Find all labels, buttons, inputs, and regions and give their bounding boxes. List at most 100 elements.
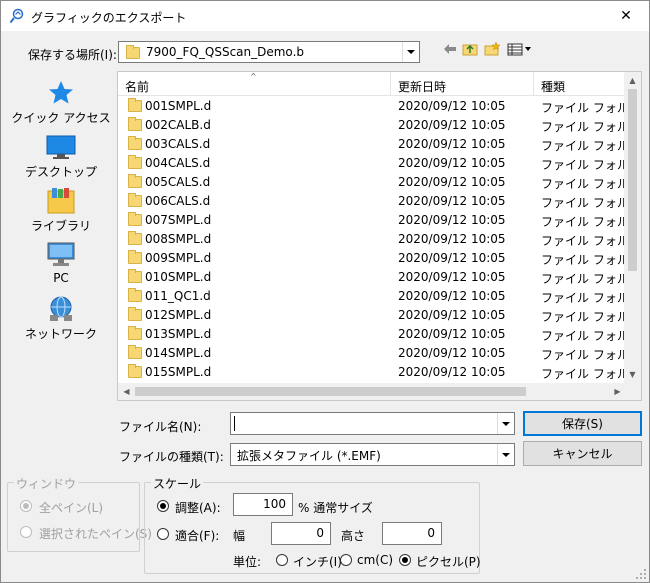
- column-separator[interactable]: [533, 72, 534, 96]
- width-input[interactable]: 0: [271, 522, 331, 545]
- scroll-left-icon[interactable]: ◀: [118, 383, 135, 400]
- file-row[interactable]: 005CALS.d 2020/09/12 10:05 ファイル フォルダー: [118, 172, 641, 191]
- file-modified: 2020/09/12 10:05: [398, 327, 506, 341]
- location-value: 7900_FQ_QSScan_Demo.b: [146, 45, 304, 59]
- file-name: 011_QC1.d: [145, 289, 211, 303]
- adjust-percent-input[interactable]: 100: [233, 493, 293, 516]
- fit-radio[interactable]: [157, 528, 169, 540]
- cancel-button[interactable]: キャンセル: [523, 441, 642, 466]
- folder-icon: [126, 45, 140, 59]
- file-row[interactable]: 001SMPL.d 2020/09/12 10:05 ファイル フォルダー: [118, 96, 641, 115]
- window-group-title: ウィンドウ: [14, 475, 79, 492]
- file-name: 013SMPL.d: [145, 327, 212, 341]
- file-name: 015SMPL.d: [145, 365, 212, 379]
- file-name: 008SMPL.d: [145, 232, 212, 246]
- file-row[interactable]: 015SMPL.d 2020/09/12 10:05 ファイル フォルダー: [118, 362, 641, 381]
- file-name: 006CALS.d: [145, 194, 211, 208]
- folder-icon: [128, 193, 142, 207]
- unit-inch-radio[interactable]: [276, 554, 288, 566]
- fit-label: 適合(F):: [175, 529, 220, 543]
- file-name: 012SMPL.d: [145, 308, 212, 322]
- file-row[interactable]: 010SMPL.d 2020/09/12 10:05 ファイル フォルダー: [118, 267, 641, 286]
- sort-ascending-icon: ^: [250, 72, 257, 81]
- new-folder-icon[interactable]: [483, 41, 501, 57]
- unit-pixel-radio[interactable]: [399, 554, 411, 566]
- file-row[interactable]: 009SMPL.d 2020/09/12 10:05 ファイル フォルダー: [118, 248, 641, 267]
- folder-icon: [128, 326, 142, 340]
- file-row[interactable]: 002CALB.d 2020/09/12 10:05 ファイル フォルダー: [118, 115, 641, 134]
- back-arrow-icon[interactable]: [441, 41, 459, 57]
- filetype-label: ファイルの種類(T):: [119, 450, 224, 464]
- unit-pixel-label: ピクセル(P): [416, 555, 481, 569]
- place-network[interactable]: ネットワーク: [9, 295, 113, 342]
- close-button[interactable]: ✕: [603, 1, 649, 31]
- scroll-down-icon[interactable]: ▼: [624, 366, 641, 383]
- all-panes-label: 全ペイン(L): [39, 501, 104, 515]
- chevron-down-icon[interactable]: [497, 444, 514, 465]
- scale-group-title: スケール: [151, 475, 204, 492]
- title-bar: グラフィックのエクスポート ✕: [1, 1, 649, 31]
- filetype-value: 拡張メタファイル (*.EMF): [237, 449, 381, 463]
- place-quick-access[interactable]: クイック アクセス: [9, 79, 113, 126]
- file-row[interactable]: 004CALS.d 2020/09/12 10:05 ファイル フォルダー: [118, 153, 641, 172]
- file-modified: 2020/09/12 10:05: [398, 308, 506, 322]
- unit-cm-radio[interactable]: [340, 554, 352, 566]
- unit-label: 単位:: [233, 555, 262, 569]
- file-name: 009SMPL.d: [145, 251, 212, 265]
- place-pc[interactable]: PC: [9, 241, 113, 285]
- filetype-combo[interactable]: 拡張メタファイル (*.EMF): [230, 443, 515, 466]
- adjust-label: 調整(A):: [175, 501, 221, 515]
- place-library[interactable]: ライブラリ: [9, 187, 113, 234]
- adjust-suffix: % 通常サイズ: [298, 501, 373, 515]
- all-panes-radio[interactable]: [20, 500, 32, 512]
- window-group: ウィンドウ 全ペイン(L) 選択されたペイン(S): [7, 475, 152, 552]
- chevron-down-icon[interactable]: [497, 413, 514, 434]
- file-row[interactable]: 012SMPL.d 2020/09/12 10:05 ファイル フォルダー: [118, 305, 641, 324]
- column-header-name[interactable]: 名前: [125, 72, 149, 96]
- file-modified: 2020/09/12 10:05: [398, 175, 506, 189]
- file-modified: 2020/09/12 10:05: [398, 194, 506, 208]
- location-combo[interactable]: 7900_FQ_QSScan_Demo.b: [118, 41, 420, 63]
- vertical-scrollbar[interactable]: ▲ ▼: [624, 72, 641, 383]
- adjust-radio[interactable]: [157, 500, 169, 512]
- folder-icon: [128, 155, 142, 169]
- folder-icon: [128, 364, 142, 378]
- export-graphics-dialog: グラフィックのエクスポート ✕ 保存する場所(I): 7900_FQ_QSSca…: [0, 0, 650, 583]
- resize-grip-icon[interactable]: [635, 568, 647, 580]
- file-modified: 2020/09/12 10:05: [398, 270, 506, 284]
- file-row[interactable]: 013SMPL.d 2020/09/12 10:05 ファイル フォルダー: [118, 324, 641, 343]
- filename-combo[interactable]: [230, 412, 515, 435]
- file-row[interactable]: 008SMPL.d 2020/09/12 10:05 ファイル フォルダー: [118, 229, 641, 248]
- file-row[interactable]: 006CALS.d 2020/09/12 10:05 ファイル フォルダー: [118, 191, 641, 210]
- folder-icon: [128, 117, 142, 131]
- column-header-type[interactable]: 種類: [541, 72, 565, 96]
- file-list[interactable]: ^ 名前 更新日時 種類 001SMPL.d 2020/09/12 10:05 ファ…: [117, 71, 642, 401]
- horizontal-scrollbar[interactable]: ◀ ▶: [118, 383, 626, 400]
- view-menu-icon[interactable]: [507, 41, 533, 57]
- selected-pane-radio[interactable]: [20, 526, 32, 538]
- file-row[interactable]: 007SMPL.d 2020/09/12 10:05 ファイル フォルダー: [118, 210, 641, 229]
- scroll-up-icon[interactable]: ▲: [624, 72, 641, 89]
- up-folder-icon[interactable]: [461, 41, 479, 57]
- pc-icon: [47, 242, 75, 266]
- file-name: 010SMPL.d: [145, 270, 212, 284]
- file-row[interactable]: 003CALS.d 2020/09/12 10:05 ファイル フォルダー: [118, 134, 641, 153]
- column-separator[interactable]: [390, 72, 391, 96]
- save-button[interactable]: 保存(S): [523, 411, 642, 436]
- place-desktop[interactable]: デスクトップ: [9, 133, 113, 180]
- height-input[interactable]: 0: [382, 522, 442, 545]
- file-row[interactable]: 014SMPL.d 2020/09/12 10:05 ファイル フォルダー: [118, 343, 641, 362]
- folder-icon: [128, 307, 142, 321]
- library-icon: [47, 188, 75, 214]
- unit-cm-label: cm(C): [357, 553, 394, 567]
- network-icon: [50, 296, 72, 321]
- scale-group: スケール 調整(A): 100 % 通常サイズ 適合(F): 幅 0 高さ 0 …: [144, 475, 481, 574]
- column-header-modified[interactable]: 更新日時: [398, 72, 446, 96]
- file-row[interactable]: 011_QC1.d 2020/09/12 10:05 ファイル フォルダー: [118, 286, 641, 305]
- filename-label: ファイル名(N):: [119, 420, 202, 434]
- chevron-down-icon[interactable]: [402, 42, 419, 62]
- vertical-scroll-thumb[interactable]: [628, 89, 637, 271]
- file-modified: 2020/09/12 10:05: [398, 99, 506, 113]
- horizontal-scroll-thumb[interactable]: [135, 387, 526, 396]
- desktop-icon: [46, 135, 76, 159]
